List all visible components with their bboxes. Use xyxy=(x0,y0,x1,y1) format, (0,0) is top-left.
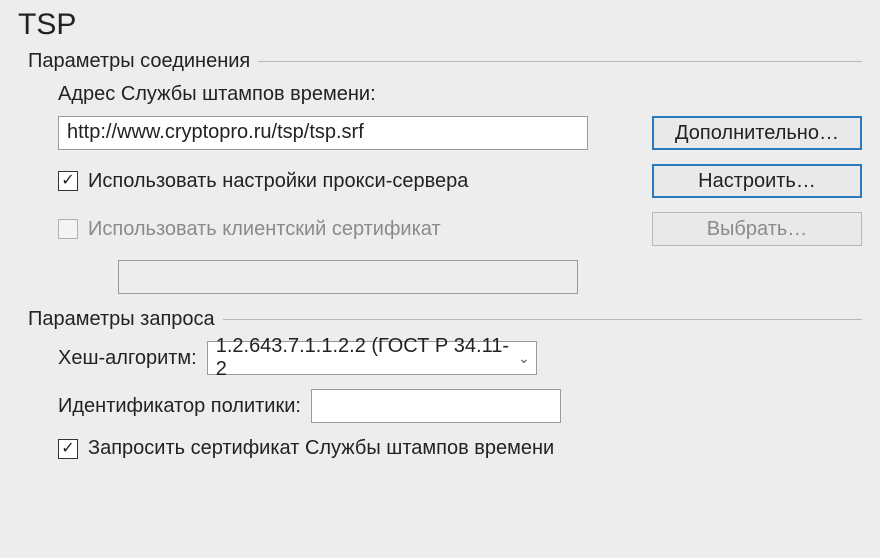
hash-algorithm-value: 1.2.643.7.1.1.2.2 (ГОСТ Р 34.11-2 xyxy=(216,335,510,381)
tsp-address-label: Адрес Службы штампов времени: xyxy=(58,83,862,106)
hash-algorithm-label: Хеш-алгоритм: xyxy=(58,347,197,370)
tsp-settings-panel: TSP Параметры соединения Адрес Службы шт… xyxy=(0,0,880,492)
use-proxy-label[interactable]: Использовать настройки прокси-сервера xyxy=(88,170,468,193)
use-client-cert-checkbox xyxy=(58,219,78,239)
configure-proxy-button[interactable]: Настроить… xyxy=(652,164,862,198)
connection-group-legend: Параметры соединения xyxy=(28,50,250,73)
request-cert-checkbox-row[interactable]: ✓ Запросить сертификат Службы штампов вр… xyxy=(58,437,554,460)
select-cert-button: Выбрать… xyxy=(652,212,862,246)
request-group-legend: Параметры запроса xyxy=(28,308,215,331)
use-client-cert-checkbox-row: Использовать клиентский сертификат xyxy=(58,218,441,241)
group-divider xyxy=(258,61,862,62)
group-divider xyxy=(223,319,862,320)
policy-id-label: Идентификатор политики: xyxy=(58,395,301,418)
chevron-down-icon: ⌄ xyxy=(518,350,530,367)
connection-group-header: Параметры соединения xyxy=(28,50,862,73)
hash-algorithm-select[interactable]: 1.2.643.7.1.1.2.2 (ГОСТ Р 34.11-2 ⌄ xyxy=(207,341,537,375)
request-cert-checkbox[interactable]: ✓ xyxy=(58,439,78,459)
page-title: TSP xyxy=(18,8,862,42)
policy-id-input[interactable] xyxy=(311,389,561,423)
request-cert-label[interactable]: Запросить сертификат Службы штампов врем… xyxy=(88,437,554,460)
client-cert-display xyxy=(118,260,578,294)
use-proxy-checkbox-row[interactable]: ✓ Использовать настройки прокси-сервера xyxy=(58,170,468,193)
advanced-button[interactable]: Дополнительно… xyxy=(652,116,862,150)
use-proxy-checkbox[interactable]: ✓ xyxy=(58,171,78,191)
request-group-header: Параметры запроса xyxy=(28,308,862,331)
request-group: Параметры запроса Хеш-алгоритм: 1.2.643.… xyxy=(28,308,862,460)
connection-group: Параметры соединения Адрес Службы штампо… xyxy=(28,50,862,294)
use-client-cert-label: Использовать клиентский сертификат xyxy=(88,218,441,241)
tsp-address-input[interactable] xyxy=(58,116,588,150)
